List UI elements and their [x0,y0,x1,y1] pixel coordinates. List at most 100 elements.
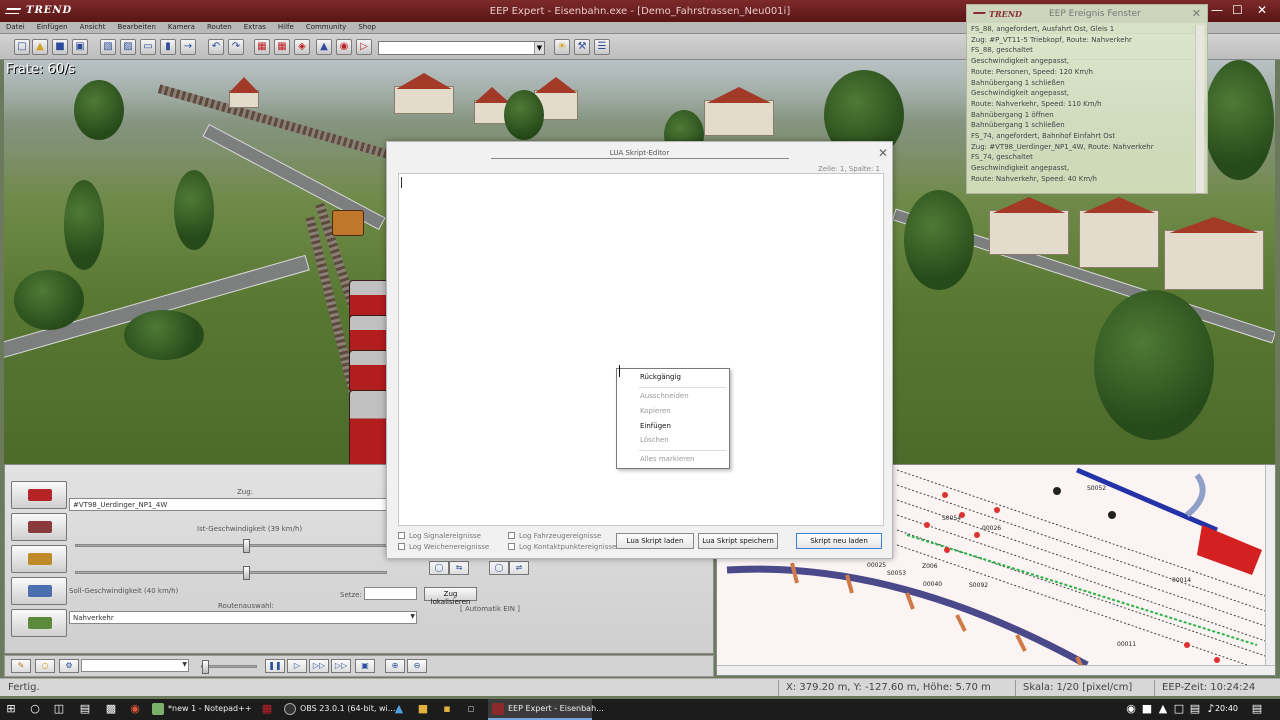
pencil-icon[interactable]: ✎ [11,659,31,673]
pause-icon[interactable]: ❚❚ [265,659,285,673]
locomotive[interactable] [332,210,364,236]
context-menu-paste[interactable]: Einfügen [640,422,671,430]
windows-start-icon[interactable]: ⊞ [4,702,18,716]
taskbar-eep[interactable]: EEP Expert - Eisenbah... [488,699,604,720]
menu-community[interactable]: Community [300,22,353,31]
reload-script-button[interactable]: Skript neu laden [796,533,882,549]
context-menu-cut[interactable]: Ausschneiden [640,392,689,400]
couple-icon[interactable]: ⇋ [449,561,469,575]
vehicle-button[interactable] [11,577,67,605]
lua-editor-close-icon[interactable]: ✕ [878,146,888,160]
crane-button[interactable] [11,545,67,573]
save-as-icon[interactable]: ▣ [72,39,88,55]
zoom-out-icon[interactable]: ⊖ [407,659,427,673]
paste-icon[interactable]: ▨ [120,39,136,55]
log-switch-events-checkbox[interactable]: Log Weichenereignisse [398,543,489,551]
notification-icon[interactable]: ▤ [1250,702,1264,716]
menu-shop[interactable]: Shop [352,22,382,31]
map-horizontal-scrollbar[interactable] [717,665,1275,675]
load-lua-script-button[interactable]: Lua Skript laden [616,533,694,549]
menu-extras[interactable]: Extras [238,22,272,31]
file-explorer-icon[interactable]: ▤ [78,702,92,716]
save-lua-script-button[interactable]: Lua Skript speichern [698,533,778,549]
event-log-list[interactable]: FS_88, angefordert, Ausfahrt Ost, Gleis … [971,24,1193,185]
select-icon[interactable]: ▭ [140,39,156,55]
route-select[interactable]: Nahverkehr ▼ [69,611,417,624]
train-wagon[interactable] [349,390,389,464]
task-view-icon[interactable]: ◫ [52,702,66,716]
fast-forward-icon[interactable]: ▷▷ [309,659,329,673]
event-log-scrollbar[interactable] [1195,25,1204,193]
train-select-button[interactable] [11,481,67,509]
minimize-button[interactable]: — [1211,3,1223,17]
train-list-button[interactable] [11,513,67,541]
landscape-button[interactable] [11,609,67,637]
slider-knob[interactable] [243,566,250,580]
app-icon[interactable]: ▦ [260,702,274,716]
locate-train-button[interactable]: Zug lokalisieren [424,587,477,606]
bottom-combobox[interactable]: ▼ [81,659,189,672]
taskbar-obs[interactable]: OBS 23.0.1 (64-bit, wi... [280,699,399,720]
tools-icon[interactable]: ⚒ [574,39,590,55]
close-button[interactable]: ✕ [1257,3,1267,17]
menu-kamera[interactable]: Kamera [162,22,201,31]
new-file-icon[interactable]: □ [14,39,30,55]
record-icon[interactable]: ▣ [355,659,375,673]
toolbar-combobox[interactable]: ▼ [378,41,545,55]
log-contact-events-checkbox[interactable]: Log Kontaktpunktereignisse [508,543,616,551]
context-menu[interactable]: Rückgängig Ausschneiden Kopieren Einfüge… [616,368,730,469]
direction-forward-icon[interactable]: ◯ [429,561,449,575]
open-folder-icon[interactable]: ▲ [32,39,48,55]
media-icon[interactable]: ▩ [104,702,118,716]
uncouple-icon[interactable]: ⇌ [509,561,529,575]
menu-ansicht[interactable]: Ansicht [74,22,112,31]
lua-script-editor-dialog[interactable]: LUA Skript-Editor ✕ Zeile: 1, Spalte: 1 … [386,141,893,559]
taskbar-clock[interactable]: 20:40 [1215,704,1238,713]
tray-icon[interactable]: □ [1172,702,1186,716]
list-icon[interactable]: ☰ [594,39,610,55]
context-menu-select-all[interactable]: Alles markieren [640,455,695,463]
log-signal-events-checkbox[interactable]: Log Signalereignisse [398,532,481,540]
target-speed-slider[interactable] [75,566,387,580]
copy-icon[interactable]: ▧ [100,39,116,55]
train-group-icon[interactable]: ▦ [274,39,290,55]
chrome-icon[interactable]: ◉ [128,702,142,716]
direction-back-icon[interactable]: ◯ [489,561,509,575]
settings-icon[interactable]: ⚙ [59,659,79,673]
light-bulb-icon[interactable]: ○ [35,659,55,673]
menu-datei[interactable]: Datei [0,22,31,31]
event-window-close-icon[interactable]: ✕ [1192,7,1201,20]
redo-icon[interactable]: ↷ [228,39,244,55]
actual-speed-slider[interactable] [75,539,387,553]
map-vertical-scrollbar[interactable] [1265,465,1275,665]
crane-icon[interactable]: ▲ [316,39,332,55]
slider-knob[interactable] [202,660,209,674]
maximize-button[interactable]: ☐ [1232,3,1243,17]
menu-hilfe[interactable]: Hilfe [272,22,300,31]
zoom-slider[interactable] [201,660,257,674]
log-vehicle-events-checkbox[interactable]: Log Fahrzeugereignisse [508,532,601,540]
train-wagon[interactable] [349,350,389,392]
skype-icon[interactable]: ▲ [392,702,406,716]
network-icon[interactable]: ▤ [1188,702,1202,716]
menu-routen[interactable]: Routen [201,22,238,31]
group-icon[interactable]: ▮ [160,39,176,55]
undo-icon[interactable]: ↶ [208,39,224,55]
play-icon[interactable]: ▷ [287,659,307,673]
set-speed-input[interactable] [364,587,417,600]
menu-einfuegen[interactable]: Einfügen [31,22,74,31]
tray-icon[interactable]: ▲ [1156,702,1170,716]
faster-forward-icon[interactable]: ▷▷ [331,659,351,673]
sun-icon[interactable]: ☀ [554,39,570,55]
folder-icon[interactable]: ■ [416,702,430,716]
zoom-in-icon[interactable]: ⊕ [385,659,405,673]
rolling-stock-icon[interactable]: ◈ [294,39,310,55]
slider-knob[interactable] [243,539,250,553]
arrow-icon[interactable]: → [180,39,196,55]
signal-icon[interactable]: ◉ [336,39,352,55]
chevron-down-icon[interactable]: ▼ [410,613,415,620]
taskbar-notepad[interactable]: *new 1 - Notepad++ [148,699,256,720]
context-menu-copy[interactable]: Kopieren [640,407,671,415]
save-icon[interactable]: ■ [52,39,68,55]
switch-icon[interactable]: ▷ [356,39,372,55]
